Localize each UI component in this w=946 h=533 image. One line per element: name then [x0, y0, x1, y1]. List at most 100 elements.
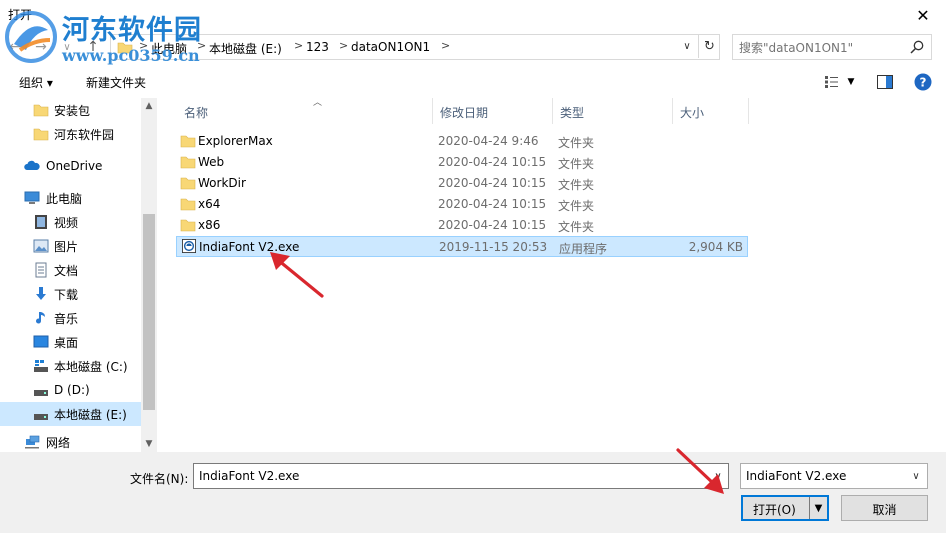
computer-icon [24, 191, 40, 204]
cancel-button-label: 取消 [872, 503, 897, 517]
address-history-chevron-icon[interactable]: ∨ [676, 34, 698, 58]
help-button[interactable]: ? [912, 72, 934, 92]
nav-item-label: 图片 [54, 239, 79, 254]
window-title: 打开 [8, 8, 33, 22]
breadcrumb-separator[interactable]: > [294, 39, 303, 52]
address-bar[interactable]: > 此电脑 > 本地磁盘 (E:) > 123 > dataON1ON1 > [110, 34, 720, 60]
file-row[interactable]: x64 2020-04-24 10:15 文件夹 [176, 194, 748, 215]
nav-item-music[interactable]: 音乐 [0, 306, 141, 330]
filename-value[interactable]: IndiaFont V2.exe [199, 469, 299, 483]
breadcrumb-123[interactable]: 123 [306, 40, 329, 54]
file-type: 文件夹 [558, 220, 595, 234]
nav-item-install-packages[interactable]: 安装包 [0, 98, 141, 122]
chevron-down-icon[interactable]: ∨ [907, 464, 925, 488]
file-type: 文件夹 [558, 178, 595, 192]
open-button-label: 打开(O) [753, 503, 796, 517]
close-icon[interactable]: ✕ [900, 0, 946, 30]
breadcrumb-separator[interactable]: > [197, 39, 206, 52]
breadcrumb-this-pc[interactable]: 此电脑 [151, 40, 187, 57]
file-date: 2020-04-24 9:46 [438, 134, 539, 148]
file-list: ︿ 名称 修改日期 类型 大小 ExplorerMax 2020-04-24 9… [160, 98, 946, 452]
folder-icon [180, 135, 196, 148]
file-name: x64 [198, 197, 221, 211]
nav-item-downloads[interactable]: 下载 [0, 282, 141, 306]
file-name: IndiaFont V2.exe [199, 240, 300, 254]
folder-icon [180, 177, 196, 190]
nav-item-label: 下载 [54, 287, 79, 302]
file-row-selected[interactable]: IndiaFont V2.exe 2019-11-15 20:53 应用程序 2… [176, 236, 748, 257]
scroll-down-icon[interactable]: ▼ [141, 436, 157, 452]
file-row[interactable]: ExplorerMax 2020-04-24 9:46 文件夹 [176, 131, 748, 152]
recent-chevron-down-icon[interactable]: ∨ [56, 36, 78, 58]
file-row[interactable]: x86 2020-04-24 10:15 文件夹 [176, 215, 748, 236]
nav-item-label: 安装包 [54, 103, 91, 118]
chevron-down-icon[interactable]: ∨ [708, 464, 728, 488]
sort-ascending-icon: ︿ [313, 98, 323, 108]
column-header-label: 类型 [560, 106, 585, 120]
nav-item-videos[interactable]: 视频 [0, 210, 141, 234]
preview-pane-icon [877, 75, 893, 89]
breadcrumb-dataon1on1[interactable]: dataON1ON1 [351, 40, 430, 54]
nav-item-drive-d[interactable]: D (D:) [0, 378, 141, 402]
column-divider[interactable] [748, 98, 749, 124]
network-icon [25, 435, 40, 449]
nav-item-label: 网络 [46, 435, 71, 450]
nav-item-desktop[interactable]: 桌面 [0, 330, 141, 354]
preview-pane-button[interactable] [874, 72, 896, 92]
forward-arrow-icon[interactable]: → [30, 36, 52, 58]
column-header-size[interactable]: 大小 [672, 98, 748, 124]
filename-input[interactable]: IndiaFont V2.exe ∨ [193, 463, 729, 489]
nav-item-hedong[interactable]: 河东软件园 [0, 122, 141, 146]
breadcrumb-separator[interactable]: > [441, 39, 450, 52]
app-icon [182, 239, 196, 253]
column-header-type[interactable]: 类型 [552, 98, 672, 124]
folder-icon [180, 156, 196, 169]
breadcrumb-separator[interactable]: > [139, 39, 148, 52]
nav-item-label: OneDrive [46, 159, 103, 173]
nav-item-drive-c[interactable]: 本地磁盘 (C:) [0, 354, 141, 378]
search-box[interactable] [732, 34, 932, 60]
open-options-caret-icon[interactable]: ▼ [810, 497, 827, 519]
folder-icon [33, 104, 49, 117]
file-row[interactable]: WorkDir 2020-04-24 10:15 文件夹 [176, 173, 748, 194]
open-button[interactable]: 打开(O) ▼ [741, 495, 829, 521]
scrollbar-thumb[interactable] [143, 214, 155, 410]
refresh-icon[interactable]: ↻ [698, 34, 720, 58]
document-icon [35, 262, 47, 278]
view-options-button[interactable]: ▼ [820, 72, 858, 92]
file-type: 文件夹 [558, 157, 595, 171]
navigation-scrollbar[interactable]: ▲ ▼ [141, 98, 157, 452]
cancel-button[interactable]: 取消 [841, 495, 928, 521]
column-header-date[interactable]: 修改日期 [432, 98, 552, 124]
file-name: WorkDir [198, 176, 246, 190]
column-header-name[interactable]: ︿ 名称 [176, 98, 432, 124]
nav-item-network[interactable]: 网络 [0, 432, 141, 452]
up-arrow-icon[interactable]: ↑ [82, 36, 104, 58]
back-arrow-icon[interactable]: ← [4, 36, 26, 58]
breadcrumb-drive-e[interactable]: 本地磁盘 (E:) [209, 40, 282, 57]
nav-item-drive-e[interactable]: 本地磁盘 (E:) [0, 402, 141, 426]
drive-icon [34, 414, 48, 420]
file-date: 2020-04-24 10:15 [438, 218, 547, 232]
address-row: ← → ∨ ↑ > 此电脑 > 本地磁盘 (E:) > 123 > dataON… [0, 34, 946, 60]
new-folder-button[interactable]: 新建文件夹 [86, 74, 146, 91]
nav-item-label: 河东软件园 [54, 127, 115, 142]
breadcrumb-separator[interactable]: > [339, 39, 348, 52]
folder-icon [180, 198, 196, 211]
nav-item-label: 音乐 [54, 311, 79, 326]
search-icon[interactable] [909, 39, 925, 55]
search-input[interactable] [739, 39, 904, 57]
nav-item-onedrive[interactable]: OneDrive [0, 154, 141, 178]
folder-icon [33, 128, 49, 141]
filename-label: 文件名(N): [130, 472, 189, 486]
open-file-dialog: 打开 ✕ ← → ∨ ↑ > 此电脑 > 本地磁盘 (E:) > 123 > d… [0, 0, 946, 533]
caret-down-icon: ▼ [847, 77, 855, 87]
organize-menu-button[interactable]: 组织 ▾ [19, 74, 53, 91]
scroll-up-icon[interactable]: ▲ [141, 98, 157, 114]
nav-item-documents[interactable]: 文档 [0, 258, 141, 282]
file-type-select[interactable]: IndiaFont V2.exe ∨ [740, 463, 928, 489]
nav-item-this-pc[interactable]: 此电脑 [0, 186, 141, 210]
nav-item-pictures[interactable]: 图片 [0, 234, 141, 258]
file-row[interactable]: Web 2020-04-24 10:15 文件夹 [176, 152, 748, 173]
music-icon [36, 312, 45, 324]
